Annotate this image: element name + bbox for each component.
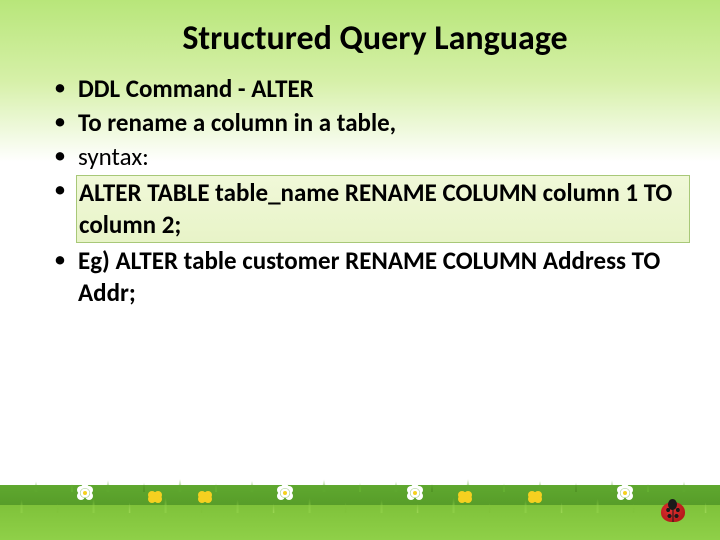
ladybug-icon — [661, 502, 685, 522]
bullet-item: DDL Command - ALTER — [54, 73, 690, 105]
syntax-highlight-box: ALTER TABLE table_name RENAME COLUMN col… — [76, 175, 690, 243]
bullet-item: ALTER TABLE table_name RENAME COLUMN col… — [54, 175, 690, 243]
slide-container: Structured Query Language DDL Command - … — [0, 0, 720, 540]
flower-icon — [460, 492, 470, 502]
bullet-text: syntax: — [78, 141, 149, 172]
flower-icon — [280, 488, 290, 498]
bullet-text: To rename a column in a table, — [78, 107, 396, 138]
bullet-item: To rename a column in a table, — [54, 107, 690, 139]
flower-icon — [150, 492, 160, 502]
bullet-text: Eg) ALTER table customer RENAME COLUMN A… — [78, 245, 660, 308]
flower-icon — [620, 488, 630, 498]
grass-front-layer — [0, 505, 720, 540]
flower-icon — [80, 488, 90, 498]
bullet-item: syntax: — [54, 141, 690, 173]
flower-icon — [200, 492, 210, 502]
flower-icon — [530, 492, 540, 502]
bullet-text: DDL Command - ALTER — [78, 73, 314, 104]
bullet-list: DDL Command - ALTER To rename a column i… — [30, 73, 690, 309]
grass-decoration — [0, 440, 720, 540]
bullet-item: Eg) ALTER table customer RENAME COLUMN A… — [54, 245, 690, 309]
flower-icon — [410, 488, 420, 498]
slide-title: Structured Query Language — [60, 18, 690, 59]
